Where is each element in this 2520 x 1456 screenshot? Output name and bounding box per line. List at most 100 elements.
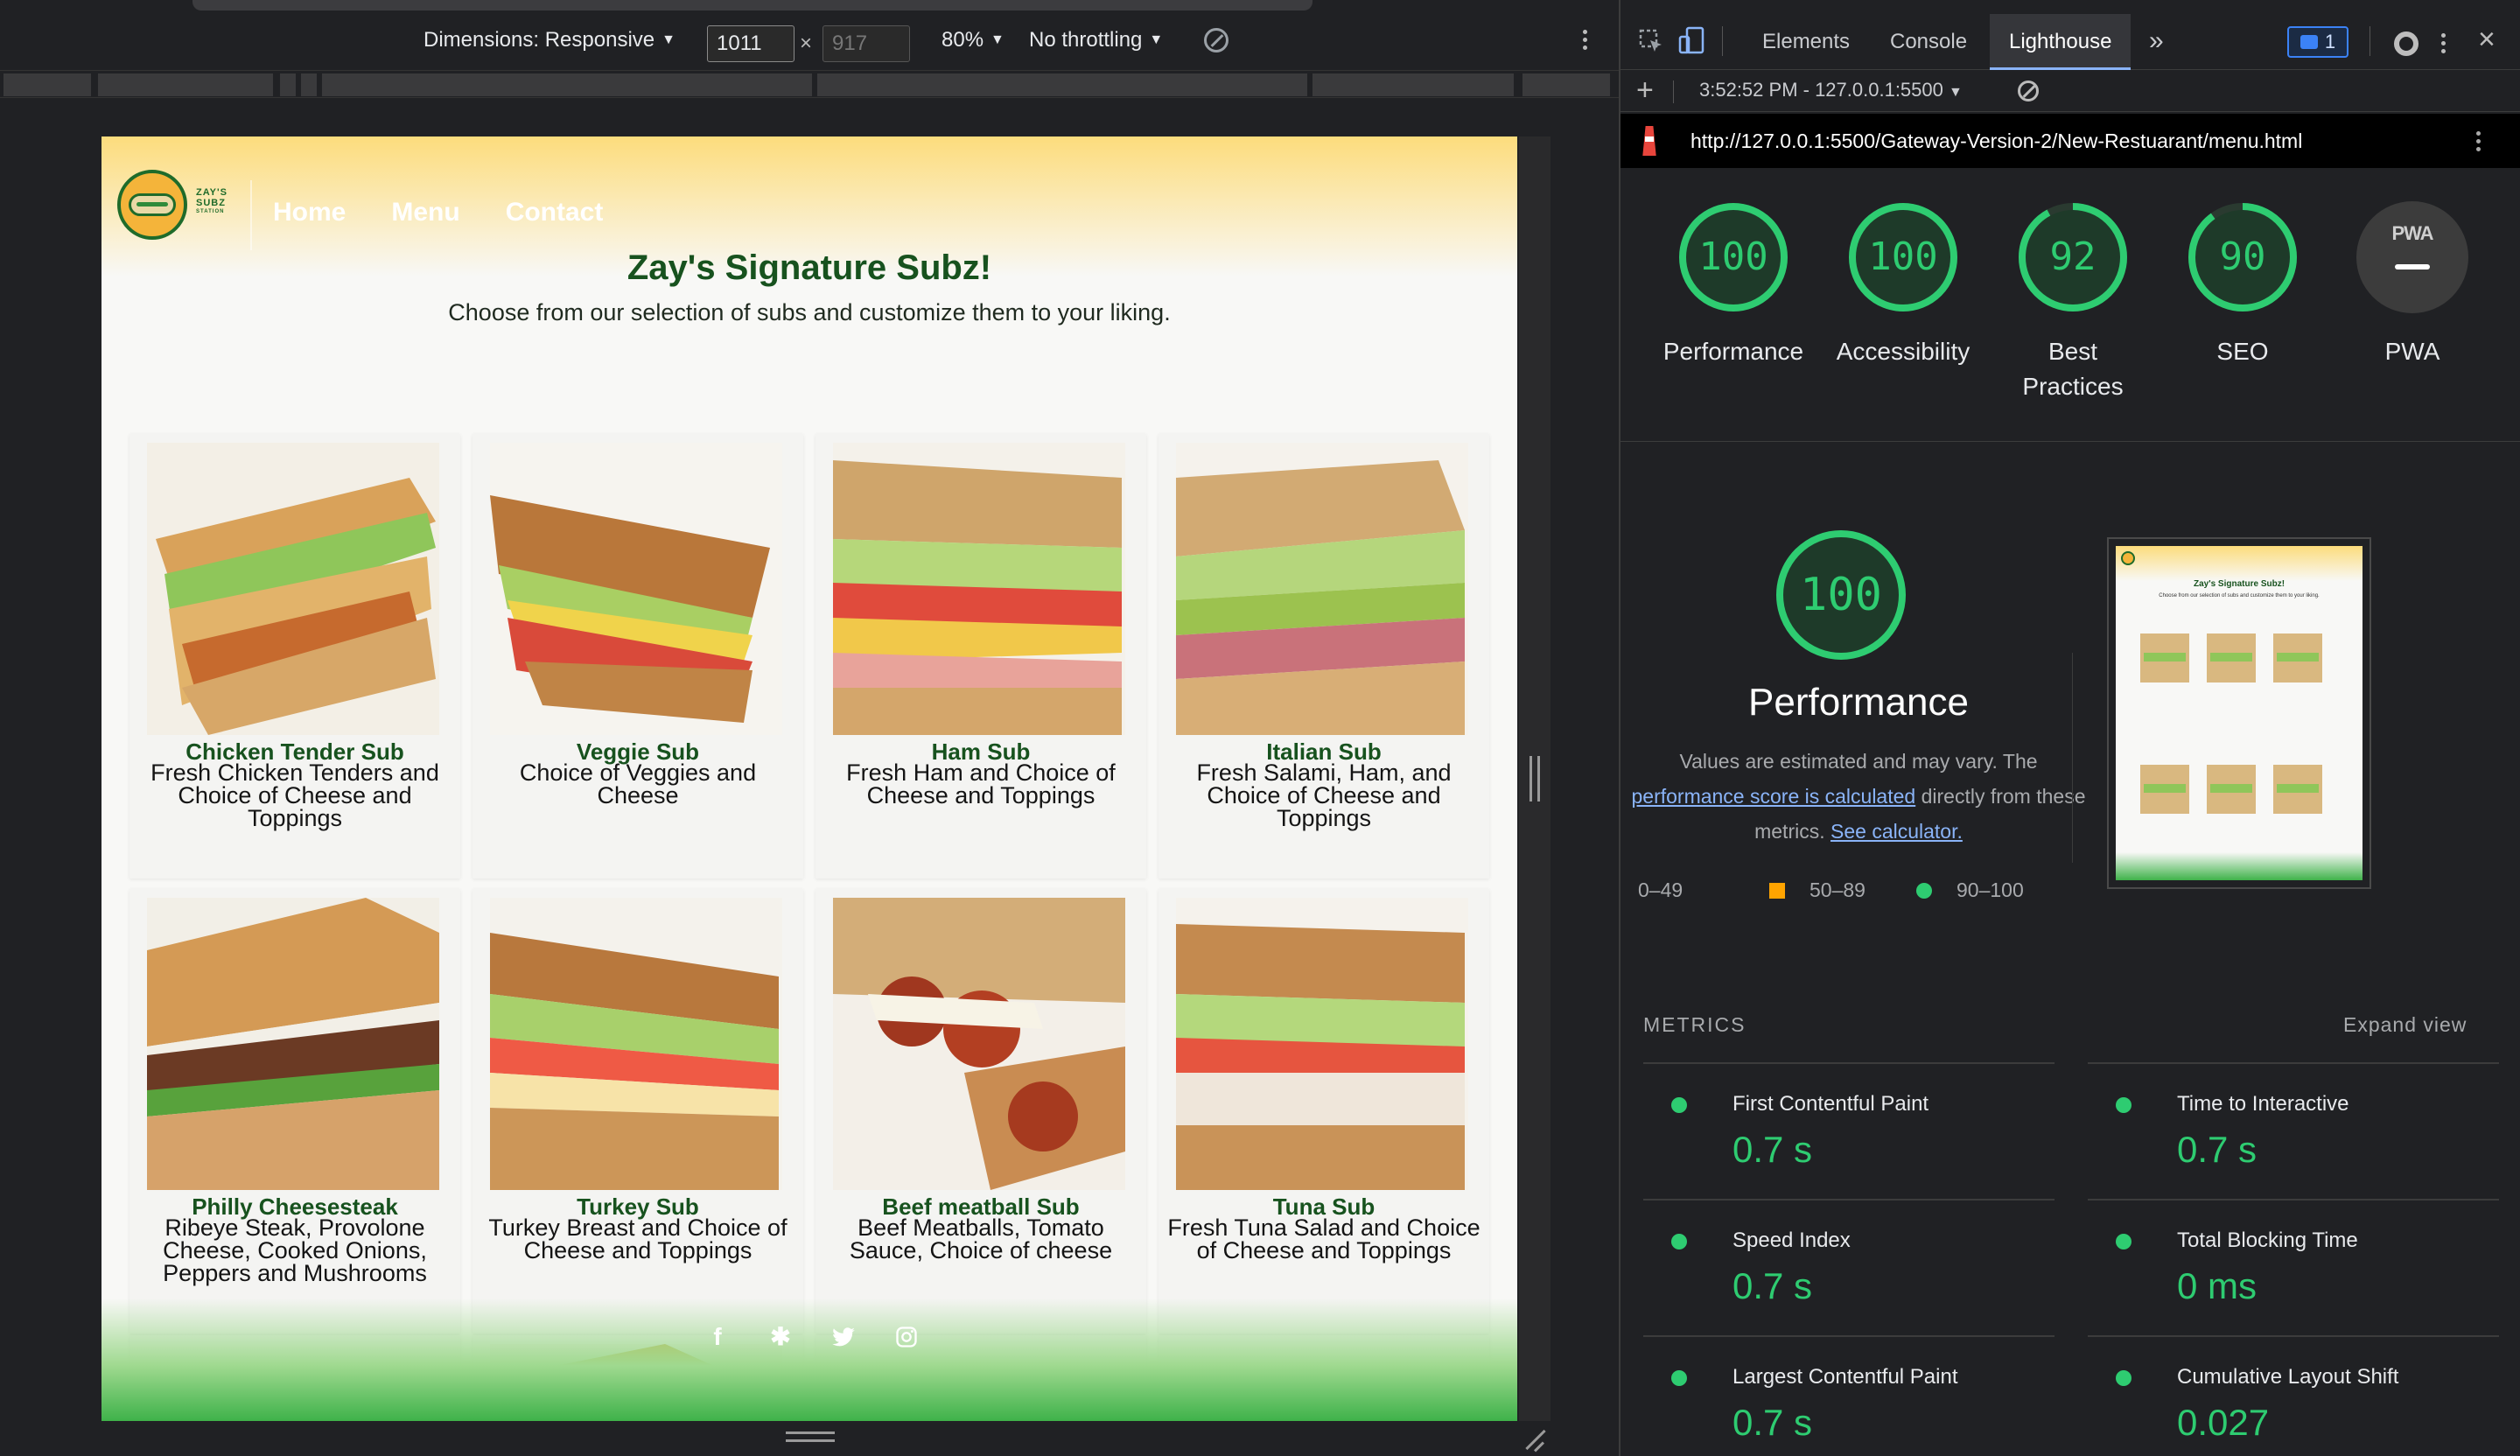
more-tabs-icon[interactable]: » [2149,26,2164,56]
report-url[interactable]: http://127.0.0.1:5500/Gateway-Version-2/… [1690,130,2302,153]
metric-value: 0 ms [2177,1265,2258,1306]
score-value: 92 [2049,234,2096,279]
rotate-icon[interactable] [1204,28,1228,52]
clear-reports-icon[interactable] [2018,80,2039,102]
logo-line: SUBZ [196,198,226,208]
logo-text: ZAY'S SUBZ STATION [196,187,242,215]
thumbnail-title: Zay's Signature Subz! [2193,579,2286,589]
legend-fail: 0–49 [1638,878,1683,902]
page-screenshot-thumbnail[interactable]: Zay's Signature Subz! Choose from our se… [2107,537,2371,889]
devtools-menu-icon[interactable] [2440,30,2446,57]
device-emulation-pane: Dimensions: Responsive ▼ 1011 × 917 80% … [0,0,1619,1456]
gauge-performance[interactable]: 100 Performance [1650,201,1816,369]
tab-lighthouse[interactable]: Lighthouse [1990,14,2132,70]
devtools-tabbar: Elements Console Lighthouse » 1 × [1620,14,2520,70]
nav-home[interactable]: Home [273,198,346,228]
sub-card[interactable]: Ham Sub Fresh Ham and Choice of Cheese a… [816,434,1146,878]
sub-card[interactable]: Turkey Sub Turkey Breast and Choice of C… [472,889,803,1334]
sub-image [833,443,1125,735]
sub-card[interactable]: Chicken Tender Sub Fresh Chicken Tenders… [130,434,460,878]
media-query-segment[interactable] [817,74,1307,96]
sub-description: Beef Meatballs, Tomato Sauce, Choice of … [849,1214,1113,1264]
media-query-segment[interactable] [1312,74,1514,96]
sub-card[interactable]: Tuna Sub Fresh Tuna Salad and Choice of … [1158,889,1489,1334]
logo-line: STATION [196,209,225,214]
media-query-segment[interactable] [301,74,317,96]
site-logo[interactable] [117,170,187,240]
tab-console[interactable]: Console [1890,30,1967,54]
score-label: PWA [2384,338,2440,365]
throttling-dropdown[interactable]: No throttling ▼ [1029,28,1163,52]
metric-value: 0.7 s [1732,1265,1813,1306]
thumbnail-image [2207,634,2256,682]
resize-handle-corner[interactable] [1522,1426,1549,1452]
caret-down-icon: ▼ [662,32,676,47]
sub-image [147,898,439,1190]
social-links: f ✱ [705,1325,919,1349]
settings-gear-icon[interactable] [2394,32,2418,56]
close-icon[interactable]: × [2478,23,2496,57]
metric-name: First Contentful Paint [1732,1092,1929,1116]
sub-image [833,898,1125,1190]
device-toolbar: Dimensions: Responsive ▼ 1011 × 917 80% … [0,14,1619,68]
sub-description: Fresh Chicken Tenders and Choice of Chee… [150,760,439,831]
nav-menu[interactable]: Menu [391,198,459,228]
media-query-segment[interactable] [280,74,296,96]
tab-elements[interactable]: Elements [1762,30,1850,54]
gauge-pwa[interactable]: PWA PWA [2329,201,2496,369]
inspect-element-icon[interactable] [1638,28,1664,59]
more-options-icon[interactable] [1580,26,1589,56]
expand-view-toggle[interactable]: Expand view [2343,1013,2467,1037]
sub-card[interactable]: Italian Sub Fresh Salami, Ham, and Choic… [1158,434,1489,878]
see-calculator-link[interactable]: See calculator. [1830,820,1963,843]
pass-dot-icon [2116,1370,2132,1386]
metric-value: 0.027 [2177,1402,2270,1443]
media-query-segment[interactable] [4,74,91,96]
facebook-icon[interactable]: f [705,1325,730,1349]
media-query-segment[interactable] [322,74,812,96]
score-value: 100 [1698,234,1768,279]
nav-contact[interactable]: Contact [506,198,604,228]
sub-description: Fresh Salami, Ham, and Choice of Cheese … [1196,760,1452,831]
report-selector-label: 3:52:52 PM - 127.0.0.1:5500 [1699,79,1943,101]
nav-divider [250,180,252,250]
sub-description: Choice of Veggies and Cheese [519,760,757,808]
width-input[interactable]: 1011 [707,25,794,62]
report-selector[interactable]: 3:52:52 PM - 127.0.0.1:5500 ▼ [1699,79,1963,102]
media-query-segment[interactable] [1522,74,1610,96]
dimensions-dropdown[interactable]: Dimensions: Responsive ▼ [424,28,676,52]
logo-line: ZAY'S [196,187,228,198]
issues-badge[interactable]: 1 [2287,26,2348,58]
yelp-icon[interactable]: ✱ [768,1325,793,1349]
site-nav: Home Menu Contact [273,198,603,228]
zoom-label: 80% [942,28,984,52]
gauge-seo[interactable]: 90 SEO [2160,201,2326,369]
caret-down-icon: ▼ [990,32,1004,47]
score-calculated-link[interactable]: performance score is calculated [1631,785,1915,808]
thumbnail-image [2207,765,2256,814]
pass-dot-icon [1671,1370,1687,1386]
thumbnail-image [2273,634,2322,682]
metric-speed-index: Speed Index 0.7 s [1643,1199,2054,1335]
lighthouse-icon [1642,126,1656,156]
gauge-best-practices[interactable]: 92 Best Practices [1990,201,2156,404]
twitter-icon[interactable] [831,1325,856,1349]
sub-image [490,898,782,1190]
sub-card[interactable]: Beef meatball Sub Beef Meatballs, Tomato… [816,889,1146,1334]
gauge-accessibility[interactable]: 100 Accessibility [1820,201,1986,369]
report-menu-icon[interactable] [2474,128,2482,155]
resize-handle-right[interactable] [1530,756,1540,802]
sub-card[interactable]: Veggie Sub Choice of Veggies and Cheese [472,434,803,878]
metric-fcp: First Contentful Paint 0.7 s [1643,1062,2054,1199]
resize-handle-bottom[interactable] [786,1432,835,1442]
height-input[interactable]: 917 [822,25,910,62]
new-report-icon[interactable]: + [1636,74,1654,108]
sub-description: Fresh Ham and Choice of Cheese and Toppi… [846,760,1116,808]
media-query-segment[interactable] [98,74,273,96]
sub-card[interactable]: Philly Cheesesteak Ribeye Steak, Provolo… [130,889,460,1334]
sub-description: Ribeye Steak, Provolone Cheese, Cooked O… [163,1214,427,1286]
metric-tti: Time to Interactive 0.7 s [2088,1062,2499,1199]
zoom-dropdown[interactable]: 80% ▼ [942,28,1004,52]
instagram-icon[interactable] [894,1325,919,1349]
device-toggle-icon[interactable] [1678,26,1704,59]
